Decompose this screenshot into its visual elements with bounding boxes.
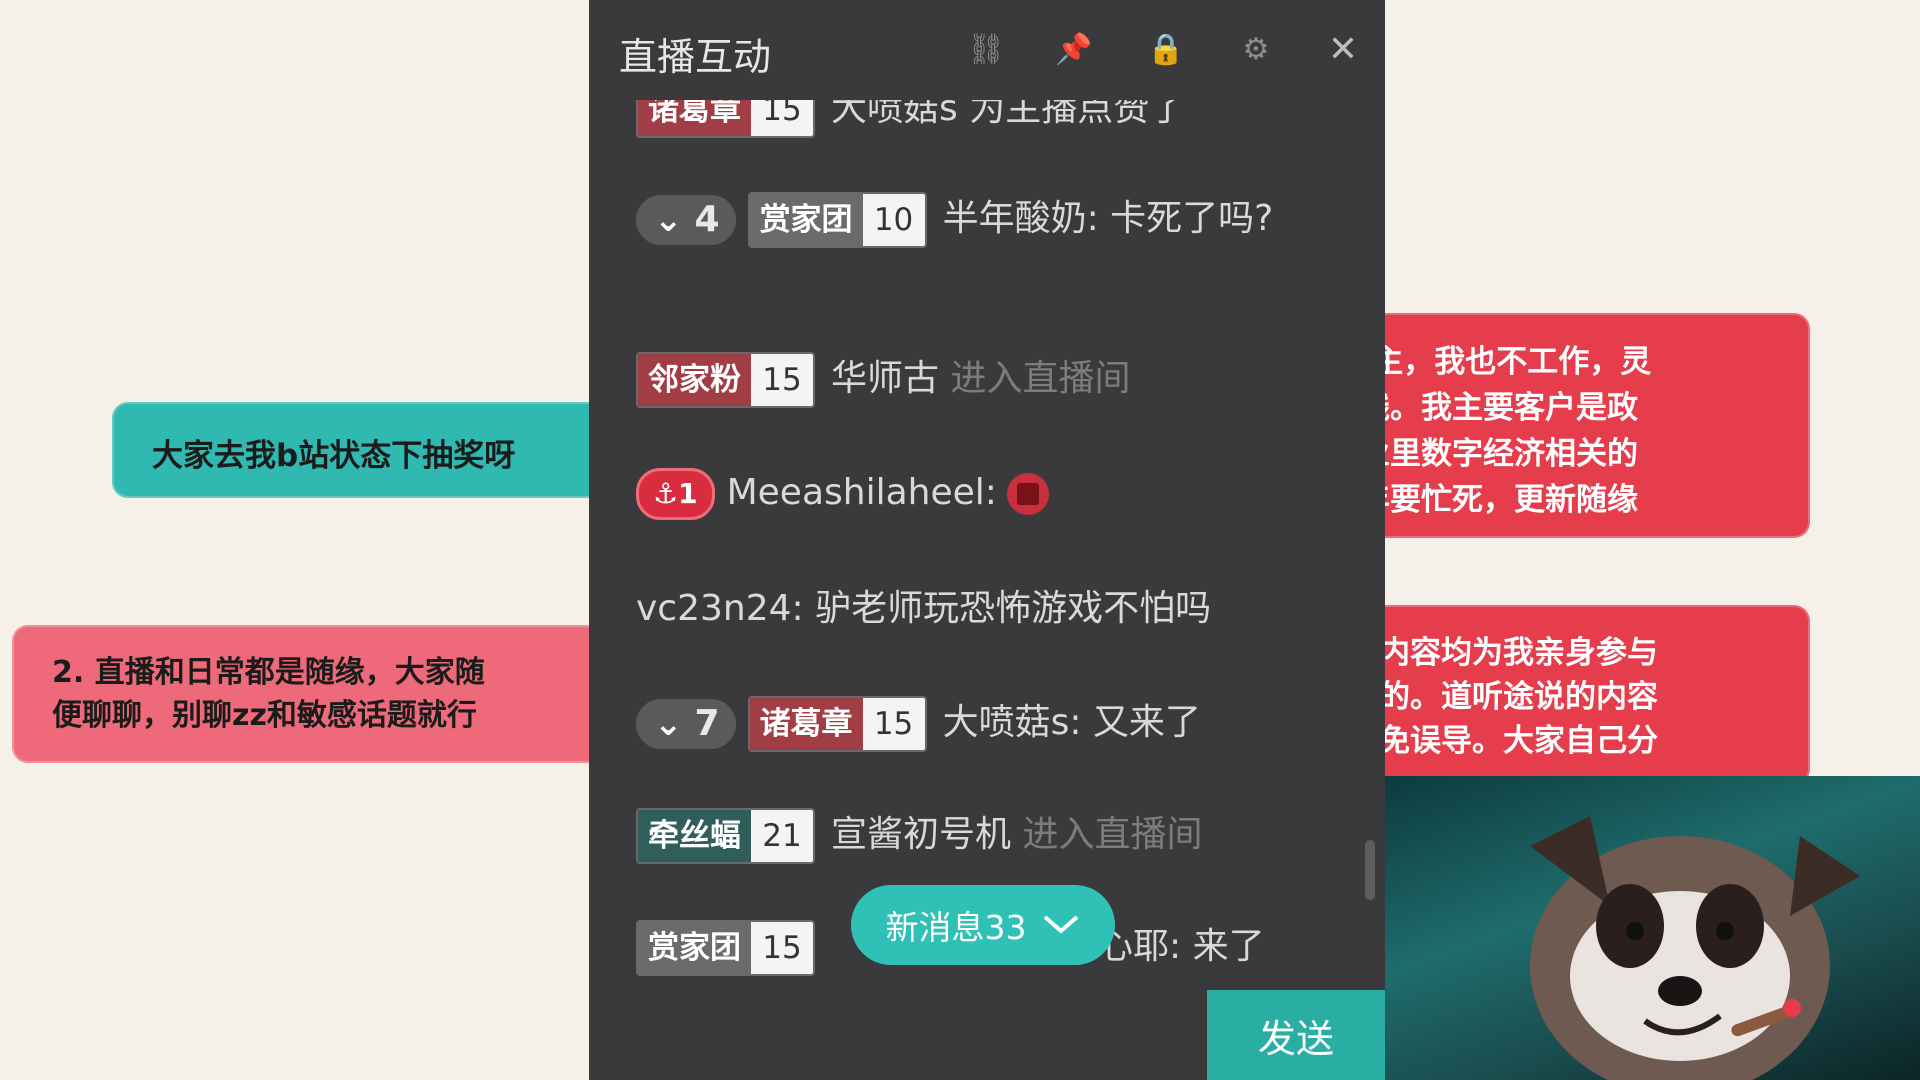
intro-note-text: up主，我也不工作，灵 一线。我主要客户是政 企业里数字经济相关的 明年要忙死，… — [1370, 344, 1652, 518]
username[interactable]: 华师古 — [831, 358, 939, 399]
intro-note: up主，我也不工作，灵 一线。我主要客户是政 企业里数字经济相关的 明年要忙死，… — [1370, 313, 1810, 538]
enter-notice: 进入直播间 — [1022, 814, 1203, 855]
panel-title: 直播互动 — [619, 35, 772, 79]
lottery-banner: 大家去我b站状态下抽奖呀 — [112, 402, 602, 498]
live-chat-panel: 直播互动 ⛓ 📌 🔒 ⚙ ✕ 诸葛章 15 大喷菇s 为主播点赞了 ⌄ 4 赏家团 10 半… — [589, 0, 1385, 1080]
pin-icon[interactable]: 📌 — [1055, 30, 1093, 68]
message-text: 半年酸奶: 卡死了吗? — [942, 198, 1274, 239]
disclaimer-note: 新内容均为我亲身参与 与的。道听途说的内容 以免误导。大家自己分 — [1370, 605, 1810, 785]
chat-message: ⌄ 7 诸葛章 15 大喷菇s: 又来了 — [636, 696, 1336, 752]
message-text: vc23n24: 驴老师玩恐怖游戏不怕吗 — [636, 588, 1212, 629]
webcam-feed — [1380, 776, 1920, 1080]
ship-icon: ⚓ — [653, 477, 679, 510]
rules-banner: 2. 直播和日常都是随缘，大家随 便聊聊，别聊zz和敏感话题就行 — [12, 625, 602, 763]
new-messages-button[interactable]: 新消息33 — [851, 885, 1115, 965]
emote-icon — [1006, 473, 1049, 515]
fan-medal: 牵丝蝠 21 — [636, 808, 815, 864]
fan-medal: 赏家团 15 — [636, 920, 815, 976]
chevron-down-icon: ⌄ — [654, 200, 683, 240]
rules-banner-text: 2. 直播和日常都是随缘，大家随 便聊聊，别聊zz和敏感话题就行 — [52, 655, 485, 733]
message-text: Meeashilaheel: — [726, 472, 997, 513]
close-icon[interactable]: ✕ — [1324, 29, 1362, 70]
lock-icon[interactable]: 🔒 — [1147, 30, 1185, 68]
lottery-banner-text: 大家去我b站状态下抽奖呀 — [152, 438, 516, 474]
disclaimer-note-text: 新内容均为我亲身参与 与的。道听途说的内容 以免误导。大家自己分 — [1370, 635, 1658, 759]
user-level-badge: ⌄ 7 — [636, 699, 736, 749]
user-level-badge: ⌄ 4 — [636, 195, 736, 245]
chat-message: 牵丝蝠 21 宣酱初号机 进入直播间 — [636, 808, 1336, 864]
username[interactable]: 宣酱初号机 — [831, 814, 1011, 855]
chat-message: ⌄ 4 赏家团 10 半年酸奶: 卡死了吗? — [636, 192, 1336, 248]
chat-scrollbar[interactable] — [1365, 840, 1375, 900]
chat-message: ⚓1 Meeashilaheel: — [636, 468, 1336, 520]
chevron-down-icon: ⌄ — [654, 704, 683, 744]
fan-medal: 诸葛章 15 — [747, 696, 927, 752]
gear-icon[interactable]: ⚙ — [1237, 30, 1275, 68]
enter-notice: 进入直播间 — [950, 358, 1131, 399]
link-icon[interactable]: ⛓ — [967, 30, 1005, 68]
chat-message: 邻家粉 15 华师古 进入直播间 — [636, 352, 1336, 408]
chat-message: vc23n24: 驴老师玩恐怖游戏不怕吗 — [636, 584, 1336, 634]
guard-badge: ⚓1 — [636, 468, 715, 520]
panel-header: 直播互动 ⛓ 📌 🔒 ⚙ ✕ — [589, 0, 1385, 100]
red-panda-image — [1530, 816, 1860, 1080]
new-messages-label: 新消息33 — [885, 908, 1027, 947]
message-text: 大喷菇s: 又来了 — [942, 702, 1201, 743]
fan-medal: 邻家粉 15 — [636, 352, 815, 408]
fan-medal: 赏家团 10 — [747, 192, 927, 248]
send-button[interactable]: 发送 — [1207, 990, 1385, 1080]
chevron-down-icon — [1041, 906, 1081, 945]
